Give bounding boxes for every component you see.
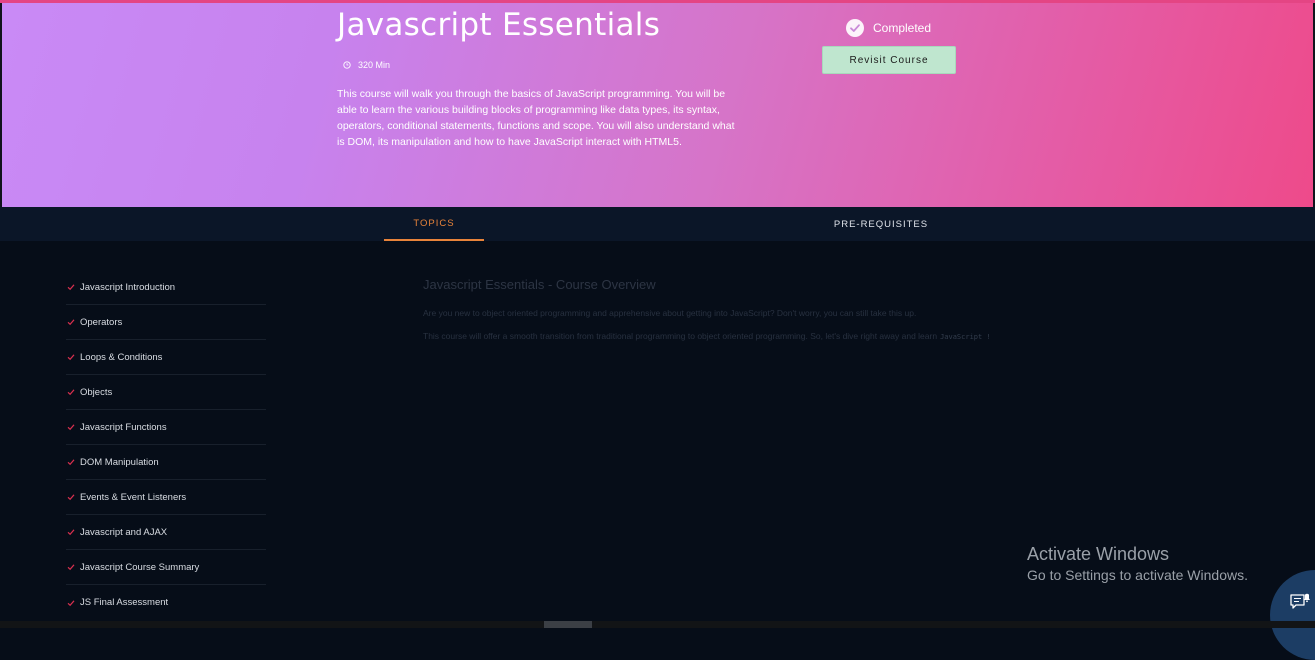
topic-label: Javascript Functions: [80, 421, 167, 433]
check-icon: [67, 599, 75, 606]
topic-label: Loops & Conditions: [80, 351, 163, 363]
topic-item[interactable]: Javascript and AJAX: [66, 515, 266, 550]
overview-paragraph: This course will offer a smooth transiti…: [423, 331, 991, 341]
activate-windows-watermark: Activate Windows Go to Settings to activ…: [1027, 544, 1248, 583]
revisit-course-button[interactable]: Revisit Course: [822, 46, 956, 74]
topic-item[interactable]: Javascript Course Summary: [66, 550, 266, 585]
inline-code: JavaScript !: [940, 333, 991, 341]
topic-item[interactable]: Events & Event Listeners: [66, 480, 266, 515]
topic-item[interactable]: Operators: [66, 305, 266, 340]
topic-label: JS Final Assessment: [80, 597, 169, 608]
tab-pre-requisites[interactable]: PRE-REQUISITES: [831, 207, 931, 241]
check-icon: [67, 529, 75, 536]
completion-status: Completed: [846, 19, 931, 37]
topic-label: Javascript and AJAX: [80, 526, 168, 538]
topic-label: Javascript Course Summary: [80, 561, 200, 573]
duration-text: 320 Min: [358, 60, 391, 70]
check-icon: [67, 564, 75, 571]
topic-item[interactable]: Javascript Functions: [66, 410, 266, 445]
check-icon: [67, 424, 75, 431]
chat-widget-button[interactable]: [1270, 570, 1315, 660]
topic-item[interactable]: Javascript Introduction: [66, 270, 266, 305]
chat-bell-icon[interactable]: [1289, 592, 1311, 612]
check-icon: [67, 284, 75, 291]
hero-left-edge: [0, 3, 2, 207]
check-icon: [67, 494, 75, 501]
topic-list: Javascript Introduction Operators Loops …: [66, 270, 266, 620]
topic-item[interactable]: JS Final Assessment: [66, 585, 266, 620]
check-circle-icon: [846, 19, 864, 37]
status-text: Completed: [873, 21, 932, 35]
course-duration: 320 Min: [343, 60, 390, 70]
tab-topics[interactable]: TOPICS: [384, 207, 484, 241]
bottom-scrollbar-track: [0, 621, 1315, 628]
scrollbar-thumb[interactable]: [544, 621, 592, 628]
watermark-subtitle: Go to Settings to activate Windows.: [1027, 567, 1248, 583]
check-icon: [67, 459, 75, 466]
topic-label: Objects: [80, 386, 113, 398]
watermark-title: Activate Windows: [1027, 544, 1170, 564]
course-description: This course will walk you through the ba…: [337, 88, 735, 148]
overview-title: Javascript Essentials - Course Overview: [423, 277, 656, 292]
overview-paragraph-text: This course will offer a smooth transiti…: [423, 331, 938, 341]
topic-label: Javascript Introduction: [80, 281, 176, 293]
topic-label: Events & Event Listeners: [80, 491, 187, 503]
overview-paragraph: Are you new to object oriented programmi…: [423, 308, 917, 318]
topic-label: DOM Manipulation: [80, 456, 159, 468]
course-title: Javascript Essentials: [337, 7, 661, 43]
check-icon: [67, 319, 75, 326]
topic-item[interactable]: Objects: [66, 375, 266, 410]
check-icon: [67, 354, 75, 361]
check-icon: [67, 389, 75, 396]
course-tabs: TOPICS PRE-REQUISITES: [0, 207, 1315, 241]
course-hero: Javascript Essentials 320 Min This cours…: [0, 0, 1315, 207]
topic-label: Operators: [80, 316, 123, 328]
clock-icon: [343, 61, 351, 69]
topic-item[interactable]: DOM Manipulation: [66, 445, 266, 480]
topic-item[interactable]: Loops & Conditions: [66, 340, 266, 375]
